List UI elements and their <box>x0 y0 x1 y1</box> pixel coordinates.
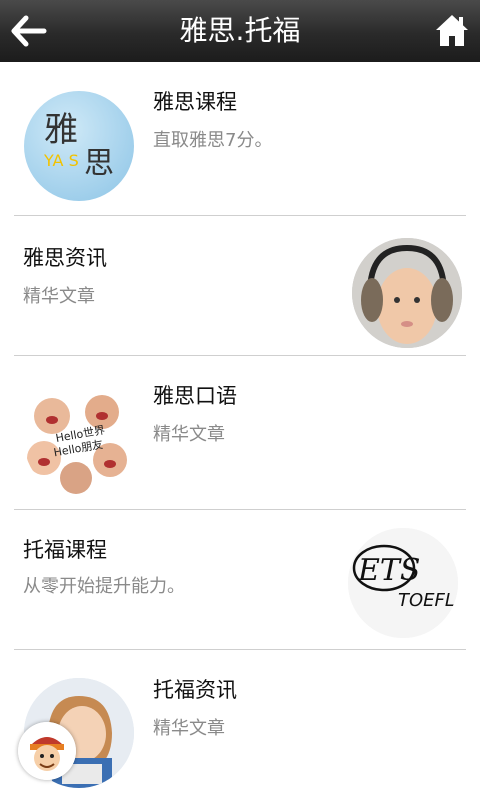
item-subtitle: 直取雅思7分。 <box>153 130 273 151</box>
ielts-speaking-thumbnail: Hello世界 Hello朋友 <box>24 386 134 496</box>
item-subtitle: 从零开始提升能力。 <box>23 576 185 597</box>
toefl-logo-text: TOEFL <box>398 590 455 611</box>
list-item[interactable]: Hello世界 Hello朋友 雅思口语 精华文章 <box>0 356 480 510</box>
list-item[interactable]: 托福资讯 精华文章 <box>0 650 480 800</box>
ets-logo-text: ETS <box>357 553 420 588</box>
page-title: 雅思.托福 <box>179 14 301 47</box>
item-title: 雅思课程 <box>153 90 237 114</box>
list-item[interactable]: 托福课程 从零开始提升能力。 ETS TOEFL <box>0 510 480 650</box>
item-title: 托福课程 <box>23 538 107 562</box>
logo-text-cn2: 思 <box>84 146 114 181</box>
top-bar: 雅思.托福 <box>0 0 480 62</box>
logo-text-cn: 雅 <box>44 110 78 150</box>
list-item[interactable]: 雅思资讯 精华文章 <box>0 216 480 356</box>
mascot-icon <box>18 722 76 780</box>
item-subtitle: 精华文章 <box>23 286 95 307</box>
home-icon[interactable] <box>434 12 470 48</box>
floating-assistant-button[interactable] <box>18 722 76 780</box>
item-title: 雅思口语 <box>153 384 237 408</box>
article-list: 雅 YA S 思 雅思课程 直取雅思7分。 雅思资讯 精华文章 Hello世界 … <box>0 62 480 800</box>
ielts-course-thumbnail: 雅 YA S 思 <box>24 91 134 201</box>
item-title: 雅思资讯 <box>23 246 107 270</box>
ielts-news-thumbnail <box>352 238 462 348</box>
toefl-course-thumbnail: ETS TOEFL <box>348 528 458 638</box>
logo-text-en: YA S <box>43 151 79 170</box>
item-subtitle: 精华文章 <box>153 718 225 739</box>
list-item[interactable]: 雅 YA S 思 雅思课程 直取雅思7分。 <box>0 62 480 216</box>
item-title: 托福资讯 <box>153 678 237 702</box>
item-subtitle: 精华文章 <box>153 424 225 445</box>
